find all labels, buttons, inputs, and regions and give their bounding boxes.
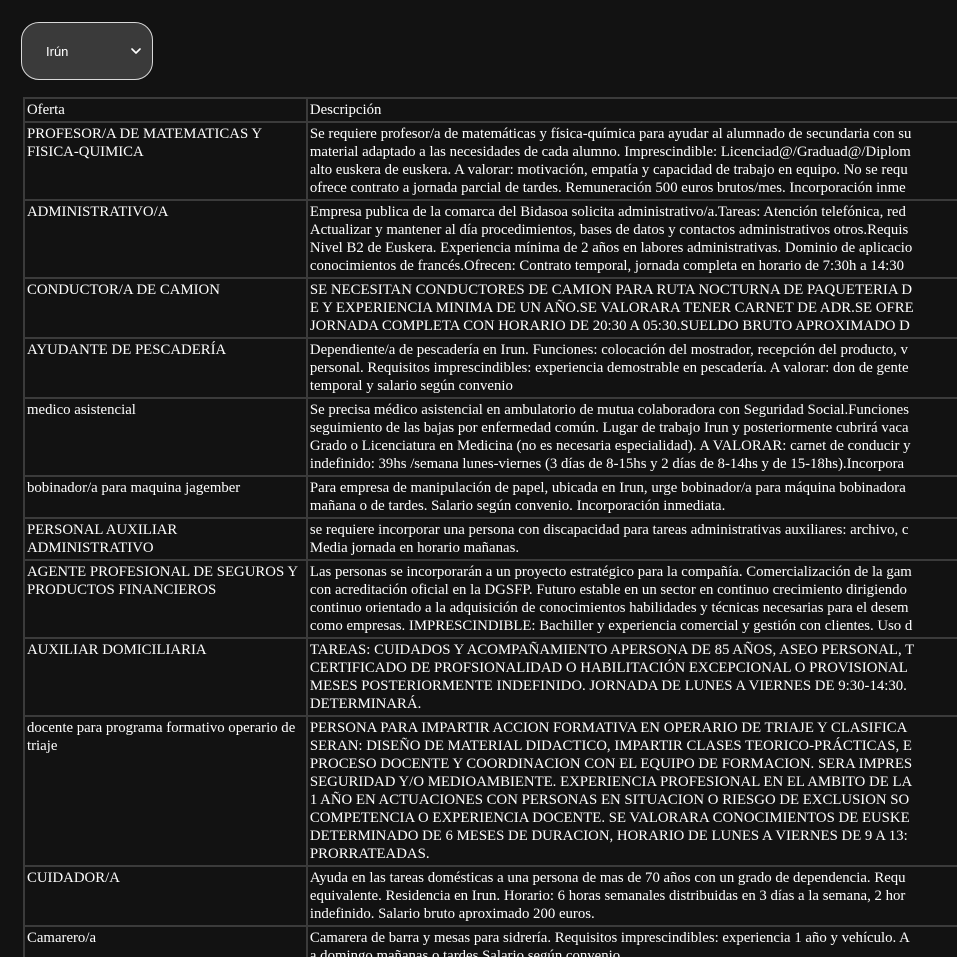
description-line: COMPETENCIA O EXPERIENCIA DOCENTE. SE VA… [309,810,910,826]
offer-title: AYUDANTE DE PESCADERÍA [25,339,306,397]
description-line: SE NECESITAN CONDUCTORES DE CAMION PARA … [309,282,913,298]
description-line: se requiere incorporar una persona con d… [309,522,909,538]
offer-title: medico asistencial [25,399,306,475]
table-row: bobinador/a para maquina jagember Para em… [25,477,957,517]
description-line: indefinido. Salario bruto aproximado 200… [309,906,595,922]
city-select-value: Irún [46,43,69,59]
description-line: Grado o Licenciatura en Medicina (no es … [309,438,911,454]
description-line: Camarera de barra y mesas para sidrería.… [309,930,910,946]
offer-description: PERSONA PARA IMPARTIR ACCION FORMATIVA E… [307,717,957,865]
description-line: material adaptado a las necesidades de c… [309,144,911,160]
description-line: Las personas se incorporarán a un proyec… [309,564,912,580]
description-line: Nivel B2 de Euskera. Experiencia mínima … [309,240,913,256]
description-line: Empresa publica de la comarca del Bidaso… [309,204,906,220]
description-line: alto euskera de euskera. A valorar: moti… [309,162,908,178]
table-row: ADMINISTRATIVO/A Empresa publica de la co… [25,201,957,277]
description-line: indefinido: 39hs /semana lunes-viernes (… [309,456,905,472]
description-line: temporal y salario según convenio [309,378,513,394]
offer-title: PROFESOR/A DE MATEMATICAS Y FISICA-QUIMI… [25,123,306,199]
description-line: conocimientos de francés.Ofrecen: Contra… [309,258,905,274]
description-line: Media jornada en horario mañanas. [309,540,520,556]
description-line: Actualizar y mantener al día procedimien… [309,222,909,238]
description-line: mañana o de tardes. Salario según conven… [309,498,726,514]
offer-description: SE NECESITAN CONDUCTORES DE CAMION PARA … [307,279,957,337]
offer-title: docente para programa formativo operario… [25,717,306,865]
description-line: como empresas. IMPRESCINDIBLE: Bachiller… [309,618,913,634]
description-line: PRORRATEADAS. [309,846,430,862]
description-line: ofrece contrato a jornada parcial de tar… [309,180,906,196]
offer-description: Las personas se incorporarán a un proyec… [307,561,957,637]
description-line: PERSONA PARA IMPARTIR ACCION FORMATIVA E… [309,720,908,736]
description-line: E Y EXPERIENCIA MINIMA DE UN AÑO.SE VALO… [309,300,914,316]
header-descripcion: Descripción [307,99,957,121]
offer-title: Camarero/a [25,927,306,957]
chevron-down-icon [130,45,142,57]
description-line: personal. Requisitos imprescindibles: ex… [309,360,909,376]
city-select[interactable]: Irún [21,22,153,80]
description-line: 1 AÑO EN ACTUACIONES CON PERSONAS EN SIT… [309,792,910,808]
table-row: AGENTE PROFESIONAL DE SEGUROS Y PRODUCTO… [25,561,957,637]
description-line: equivalente. Residencia en Irun. Horario… [309,888,906,904]
description-line: Se precisa médico asistencial en ambulat… [309,402,909,418]
description-line: Ayuda en las tareas domésticas a una per… [309,870,906,886]
offer-description: TAREAS: CUIDADOS Y ACOMPAÑAMIENTO APERSO… [307,639,957,715]
description-line: Dependiente/a de pescadería en Irun. Fun… [309,342,908,358]
offer-description: Para empresa de manipulación de papel, u… [307,477,957,517]
description-line: SERAN: DISEÑO DE MATERIAL DIDACTICO, IMP… [309,738,912,754]
description-line: JORNADA COMPLETA CON HORARIO DE 20:30 A … [309,318,910,334]
offer-title: ADMINISTRATIVO/A [25,201,306,277]
description-line: TAREAS: CUIDADOS Y ACOMPAÑAMIENTO APERSO… [309,642,915,658]
page: Irún Oferta Descripción PROFESOR/A DE MA… [0,0,957,957]
offer-title: CONDUCTOR/A DE CAMION [25,279,306,337]
offer-description: Empresa publica de la comarca del Bidaso… [307,201,957,277]
offer-description: se requiere incorporar una persona con d… [307,519,957,559]
description-line: continuo orientado a la adquisición de c… [309,600,909,616]
description-line: MESES POSTERIORMENTE INDEFINIDO. JORNADA… [309,678,907,694]
table-header-row: Oferta Descripción [25,99,957,121]
table-row: CONDUCTOR/A DE CAMION SE NECESITAN CONDUC… [25,279,957,337]
job-offers-table: Oferta Descripción PROFESOR/A DE MATEMAT… [23,97,957,957]
offer-description: Se requiere profesor/a de matemáticas y … [307,123,957,199]
table-body: PROFESOR/A DE MATEMATICAS Y FISICA-QUIMI… [25,123,957,957]
description-line: CERTIFICADO DE PROFSIONALIDAD O HABILITA… [309,660,908,676]
table-row: AUXILIAR DOMICILIARIA TAREAS: CUIDADOS Y … [25,639,957,715]
offer-description: Dependiente/a de pescadería en Irun. Fun… [307,339,957,397]
offer-description: Camarera de barra y mesas para sidrería.… [307,927,957,957]
description-line: Se requiere profesor/a de matemáticas y … [309,126,912,142]
table-row: Camarero/a Camarera de barra y mesas para… [25,927,957,957]
offer-title: PERSONAL AUXILIAR ADMINISTRATIVO [25,519,306,559]
description-line: seguimiento de las bajas por enfermedad … [309,420,909,436]
description-line: Para empresa de manipulación de papel, u… [309,480,906,496]
table-row: PROFESOR/A DE MATEMATICAS Y FISICA-QUIMI… [25,123,957,199]
description-line: con acreditación oficial en la DGSFP. Fu… [309,582,907,598]
description-line: SEGURIDAD Y/O MEDIOAMBIENTE. EXPERIENCIA… [309,774,913,790]
table-row: PERSONAL AUXILIAR ADMINISTRATIVO se requi… [25,519,957,559]
offer-title: AGENTE PROFESIONAL DE SEGUROS Y PRODUCTO… [25,561,306,637]
offer-title: bobinador/a para maquina jagember [25,477,306,517]
description-line: PROCESO DOCENTE Y COORDINACION CON EL EQ… [309,756,913,772]
table-row: CUIDADOR/A Ayuda en las tareas domésticas… [25,867,957,925]
offer-title: CUIDADOR/A [25,867,306,925]
offer-description: Se precisa médico asistencial en ambulat… [307,399,957,475]
table-row: AYUDANTE DE PESCADERÍA Dependiente/a de p… [25,339,957,397]
description-line: DETERMINARÁ. [309,696,422,712]
header-oferta: Oferta [25,99,306,121]
description-line: a domingo mañanas o tardes.Salario según… [309,948,624,957]
table-row: medico asistencial Se precisa médico asis… [25,399,957,475]
description-line: DETERMINADO DE 6 MESES DE DURACION, HORA… [309,828,908,844]
table-row: docente para programa formativo operario… [25,717,957,865]
offer-description: Ayuda en las tareas domésticas a una per… [307,867,957,925]
offer-title: AUXILIAR DOMICILIARIA [25,639,306,715]
